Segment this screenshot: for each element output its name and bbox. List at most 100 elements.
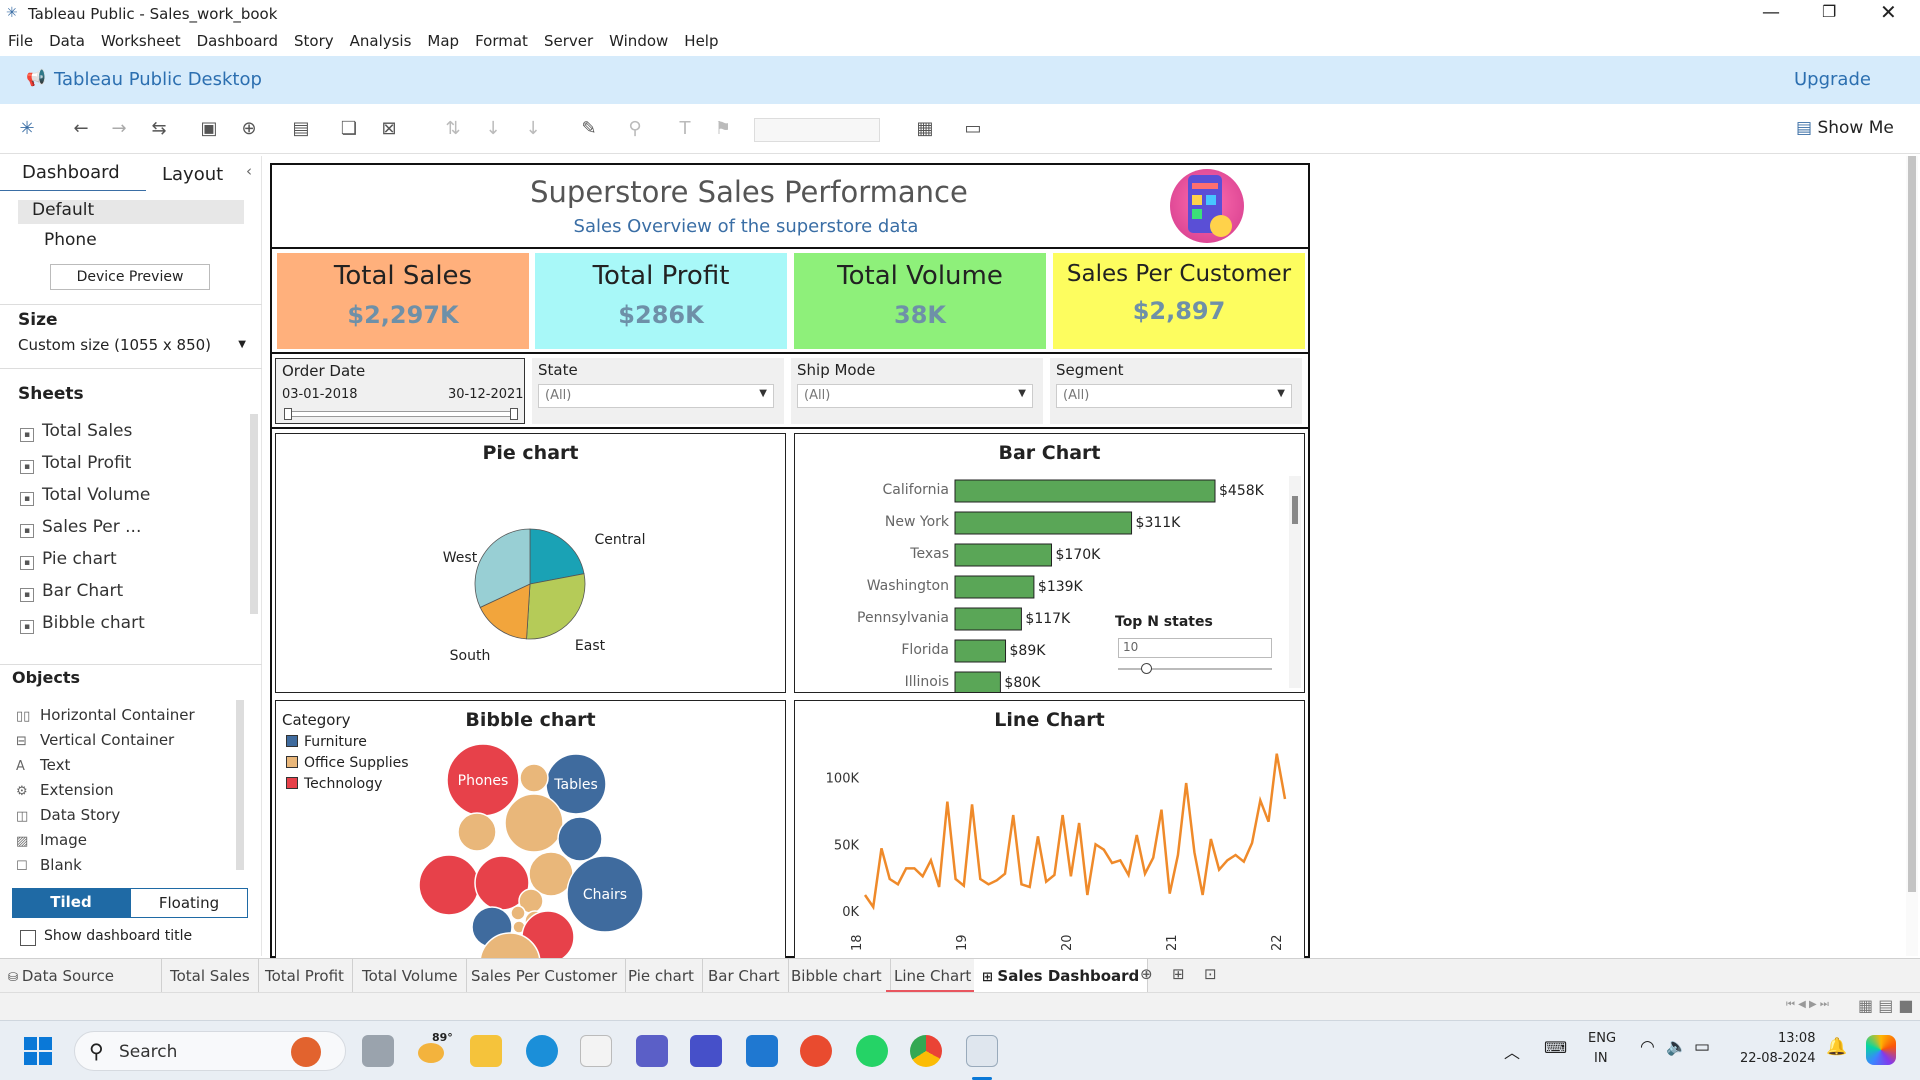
tab-sales-dashboard[interactable]: ⊞ Sales Dashboard bbox=[974, 959, 1149, 993]
order-date-filter[interactable]: Order Date 03-01-2018 30-12-2021 bbox=[275, 358, 525, 424]
bubble[interactable] bbox=[510, 905, 526, 921]
size-dropdown[interactable]: Custom size (1055 x 850) ▼ bbox=[18, 336, 246, 354]
segment-dropdown[interactable]: (All) ▼ bbox=[1056, 384, 1292, 408]
bubble[interactable] bbox=[504, 793, 564, 853]
bar-pennsylvania[interactable] bbox=[954, 607, 1022, 631]
objects-scrollbar[interactable] bbox=[236, 700, 244, 870]
duplicate-sheet-icon[interactable]: ❏ bbox=[336, 116, 362, 142]
collapse-panel-icon[interactable]: ‹ bbox=[246, 162, 252, 180]
windows-start-icon[interactable] bbox=[24, 1037, 52, 1065]
topn-input[interactable]: 10 bbox=[1118, 638, 1272, 658]
slider-handle-start[interactable] bbox=[284, 408, 292, 420]
labels-icon[interactable]: T bbox=[672, 116, 698, 142]
object-image[interactable]: ▨ Image bbox=[16, 831, 87, 849]
object-text[interactable]: A Text bbox=[16, 756, 70, 774]
store-icon[interactable] bbox=[580, 1035, 612, 1067]
file-explorer-icon[interactable] bbox=[470, 1035, 502, 1067]
bubble-chart-panel[interactable]: Bibble chart Category Furniture Office S… bbox=[275, 700, 786, 962]
bar-texas[interactable] bbox=[954, 543, 1053, 567]
sheet-total-sales[interactable]: ▪ Total Sales bbox=[20, 421, 132, 442]
show-me-button[interactable]: ▤ Show Me bbox=[1796, 118, 1894, 138]
bubble[interactable] bbox=[457, 812, 497, 852]
menu-analysis[interactable]: Analysis bbox=[342, 28, 420, 50]
menu-window[interactable]: Window bbox=[601, 28, 676, 50]
menu-worksheet[interactable]: Worksheet bbox=[93, 28, 189, 50]
copilot-tray-icon[interactable] bbox=[1866, 1035, 1896, 1065]
tab-sales-per-customer[interactable]: Sales Per Customer bbox=[463, 959, 627, 993]
chrome-icon[interactable] bbox=[910, 1035, 942, 1067]
menu-format[interactable]: Format bbox=[467, 28, 536, 50]
tableau-taskbar-icon[interactable] bbox=[966, 1035, 998, 1067]
attach-icon[interactable]: ⚲ bbox=[622, 116, 648, 142]
new-story-icon[interactable]: ⊡ bbox=[1204, 965, 1217, 983]
bar-illinois[interactable] bbox=[954, 671, 1001, 693]
menu-help[interactable]: Help bbox=[676, 28, 726, 50]
kpi-total-profit[interactable]: Total Profit $286K bbox=[535, 253, 787, 349]
device-preview-button[interactable]: Device Preview bbox=[50, 264, 210, 290]
object-horizontal-container[interactable]: ▯▯ Horizontal Container bbox=[16, 706, 195, 724]
object-data-story[interactable]: ◫ Data Story bbox=[16, 806, 120, 824]
bar-chart-panel[interactable]: Bar Chart California $458K New York $311K Te… bbox=[794, 433, 1305, 693]
teams-icon[interactable] bbox=[636, 1035, 668, 1067]
clear-sheet-icon[interactable]: ⊠ bbox=[376, 116, 402, 142]
sheet-sales-per-customer[interactable]: ▪ Sales Per ... bbox=[20, 517, 141, 538]
line-series[interactable] bbox=[863, 753, 1287, 911]
pie-chart-panel[interactable]: Pie chart Central East South West bbox=[275, 433, 786, 693]
bar-florida[interactable] bbox=[954, 639, 1007, 663]
fit-dropdown[interactable] bbox=[754, 118, 880, 142]
bubble[interactable] bbox=[418, 854, 480, 916]
chevron-up-icon[interactable]: ︿ bbox=[1504, 1039, 1520, 1063]
bar-new-york[interactable] bbox=[954, 511, 1133, 535]
new-dashboard-icon[interactable]: ⊞ bbox=[1172, 965, 1185, 983]
topn-slider-handle[interactable] bbox=[1141, 663, 1152, 674]
edge-icon[interactable] bbox=[526, 1035, 558, 1067]
swap-icon[interactable]: ⇅ bbox=[440, 116, 466, 142]
bar-scrollbar[interactable] bbox=[1289, 476, 1301, 688]
ship-mode-filter[interactable]: Ship Mode (All) ▼ bbox=[791, 358, 1043, 424]
task-view-icon[interactable] bbox=[362, 1035, 394, 1067]
sheets-scrollbar[interactable] bbox=[250, 414, 258, 614]
sort-ascending-icon[interactable]: ↓ bbox=[480, 116, 506, 142]
volume-icon[interactable]: 🔈 bbox=[1666, 1037, 1687, 1057]
show-cards-icon[interactable]: ▦ bbox=[912, 116, 938, 142]
kpi-total-volume[interactable]: Total Volume 38K bbox=[794, 253, 1046, 349]
undo-icon[interactable]: ← bbox=[68, 116, 94, 142]
tab-line-chart[interactable]: Line Chart bbox=[886, 959, 981, 993]
slider-handle-end[interactable] bbox=[510, 408, 518, 420]
tab-total-sales[interactable]: Total Sales bbox=[162, 959, 259, 993]
tab-bar-chart[interactable]: Bar Chart bbox=[700, 959, 789, 993]
menu-map[interactable]: Map bbox=[419, 28, 467, 50]
bubble[interactable] bbox=[519, 763, 549, 793]
tableau-home-icon[interactable]: ✳ bbox=[14, 116, 40, 142]
state-dropdown[interactable]: (All) ▼ bbox=[538, 384, 774, 408]
new-sheet-icon[interactable]: ▤ bbox=[288, 116, 314, 142]
menu-data[interactable]: Data bbox=[41, 28, 93, 50]
sort-descending-icon[interactable]: ↓ bbox=[520, 116, 546, 142]
weather-widget[interactable]: 89° bbox=[416, 1031, 456, 1069]
copilot-icon[interactable] bbox=[690, 1035, 722, 1067]
menu-file[interactable]: File bbox=[0, 28, 41, 50]
highlight-icon[interactable]: ✎ bbox=[576, 116, 602, 142]
bubble[interactable] bbox=[557, 816, 603, 862]
device-phone[interactable]: Phone bbox=[44, 230, 97, 250]
clock-date[interactable]: 22-08-2024 bbox=[1740, 1051, 1816, 1066]
kpi-sales-per-customer[interactable]: Sales Per Customer $2,897 bbox=[1053, 253, 1305, 349]
notification-bell-icon[interactable]: 🔔 bbox=[1826, 1037, 1847, 1057]
floating-button[interactable]: Floating bbox=[130, 888, 248, 918]
menu-story[interactable]: Story bbox=[286, 28, 342, 50]
object-extension[interactable]: ⚙ Extension bbox=[16, 781, 114, 799]
mail-icon[interactable] bbox=[746, 1035, 778, 1067]
presentation-mode-icon[interactable]: ▭ bbox=[960, 116, 986, 142]
restore-button[interactable]: ❐ bbox=[1822, 2, 1836, 21]
date-range-slider[interactable] bbox=[286, 411, 514, 417]
redo-icon[interactable]: → bbox=[106, 116, 132, 142]
kpi-total-sales[interactable]: Total Sales $2,297K bbox=[277, 253, 529, 349]
object-blank[interactable]: ☐ Blank bbox=[16, 856, 82, 874]
bubble-chart[interactable]: Phones Tables Chairs bbox=[276, 701, 786, 962]
sheet-pie-chart[interactable]: ▪ Pie chart bbox=[20, 549, 117, 570]
new-datasource-icon[interactable]: ⊕ bbox=[236, 116, 262, 142]
tab-bibble-chart[interactable]: Bibble chart bbox=[783, 959, 891, 993]
replay-icon[interactable]: ⇆ bbox=[146, 116, 172, 142]
nav-first-icon[interactable]: ⏮ ◀ ▶ ⏭ bbox=[1786, 999, 1829, 1010]
segment-filter[interactable]: Segment (All) ▼ bbox=[1050, 358, 1302, 424]
